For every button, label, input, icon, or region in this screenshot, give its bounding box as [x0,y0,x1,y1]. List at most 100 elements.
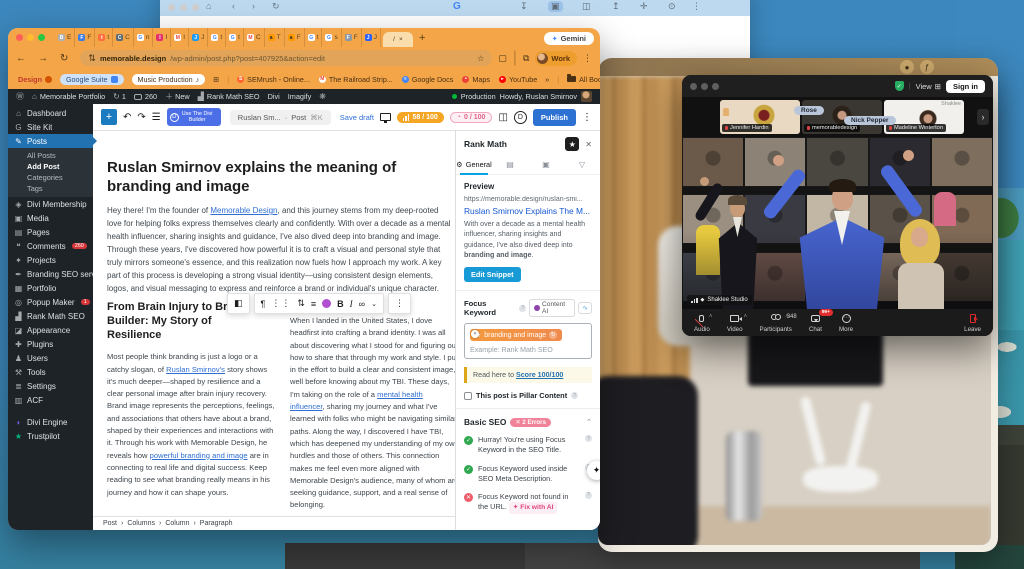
browser-tab[interactable]: MI [171,28,189,47]
admin-updates[interactable]: ↻1 [113,92,126,101]
browser-tab[interactable]: FF [75,28,95,47]
breadcrumb-item[interactable]: Paragraph [200,520,233,527]
text-link[interactable]: Memorable Design [210,206,277,215]
sidebar-item-posts[interactable]: ✎Posts [8,134,93,148]
use-divi-builder-button[interactable]: D Use The DiviBuilder [167,108,221,126]
sidebar-item-branding-seo-services[interactable]: ✒Branding SEO services [8,267,93,281]
leave-button[interactable]: Leave [964,313,981,333]
window-traffic-lights[interactable] [168,4,199,11]
rank-math-tab-general[interactable]: ⚙General [456,155,492,174]
bookmark-item[interactable]: MThe Railroad Strip... [319,75,393,84]
admin-site-name[interactable]: ⌂Memorable Portfolio [32,92,105,101]
columns-block-icon[interactable]: ◧ [234,298,243,309]
fix-with-ai-button[interactable]: ✦ Fix with AI [509,502,558,513]
environment-label[interactable]: Production [461,92,496,101]
bookmark-item[interactable]: SSEMrush - Online... [237,75,310,84]
chevron-up-icon[interactable]: ˄ [744,314,748,320]
sidebar-item-tools[interactable]: ⚒Tools [8,365,93,379]
rank-math-tab-1[interactable]: ▤ [492,155,528,174]
chevron-up-icon[interactable]: ˄ [785,314,789,320]
sidebar-item-portfolio[interactable]: ▦Portfolio [8,281,93,295]
browser-tab[interactable]: Gt [305,28,323,47]
bookmark-item[interactable]: ≡Google Docs [402,75,454,84]
security-shield-icon[interactable]: ✓ [895,81,904,91]
score-link[interactable]: Score 100/100 [516,371,563,379]
paragraph-icon[interactable]: ¶ [261,299,266,309]
refresh-icon[interactable]: ↻ [549,331,557,339]
redo-icon[interactable]: ↷ [137,112,145,123]
publish-button[interactable]: Publish [533,109,576,126]
block-options-kebab-icon[interactable]: ⋮ [395,298,404,309]
participant-thumbnail[interactable]: ShakleeMadeline Winterton [884,100,964,134]
back-icon[interactable]: ‹ [232,1,248,11]
sidebar-item-divi-engine[interactable]: ◗Divi Engine [8,415,93,429]
settings-sidebar-icon[interactable]: ◫ [498,112,507,123]
sidebar-item-projects[interactable]: ✦Projects [8,253,93,267]
grab-icon[interactable]: ✛ [640,1,648,12]
window-traffic-lights[interactable] [690,83,719,90]
browser-tab[interactable]: Gs [322,28,341,47]
breadcrumb-item[interactable]: Columns [127,520,155,527]
preview-title[interactable]: Ruslan Smirnov Explains The M... [464,206,592,216]
divi-circle-icon[interactable]: D [514,111,527,124]
admin-comments[interactable]: 260 [134,92,157,101]
browser-tab[interactable]: aF [285,28,305,47]
save-draft-button[interactable]: Save draft [340,113,374,122]
sidebar-item-site-kit[interactable]: GSite Kit [8,120,93,134]
home-icon[interactable]: ⌂ [206,1,224,11]
align-icon[interactable]: ≡ [311,299,316,309]
close-icon[interactable]: ✕ [585,140,592,149]
forward-icon[interactable]: → [38,53,54,64]
sidebar-item-media[interactable]: ▣Media [8,211,93,225]
download-icon[interactable]: ⊙ [668,1,676,12]
rank-math-tab-3[interactable]: ▽ [564,155,600,174]
text-link[interactable]: Ruslan Smirnov's [166,365,225,374]
submenu-item-tags[interactable]: Tags [27,183,93,194]
undo-icon[interactable]: ↶ [123,112,131,123]
howdy-label[interactable]: Howdy, Ruslan Smirnov [500,92,577,101]
gemini-button[interactable]: ✦ Gemini [544,32,594,45]
focus-keyword-input[interactable]: ★ branding and image ↻ × Example: Rank M… [464,323,592,359]
forward-icon[interactable]: › [252,1,268,11]
submenu-item-add-post[interactable]: Add Post [27,161,93,172]
list-view-icon[interactable]: ☰ [152,112,161,123]
edit-snippet-button[interactable]: Edit Snippet [464,267,521,282]
link-icon[interactable]: ∞ [359,299,365,309]
split-view-icon[interactable]: ◫ [582,1,591,12]
site-settings-icon[interactable]: ⇅ [88,53,96,64]
browser-tab[interactable]: BE [55,28,75,47]
help-icon[interactable]: ? [519,305,526,312]
rank-math-tab-2[interactable]: ▣ [528,155,564,174]
main-speaker-video[interactable]: ◆ Shaklee Studio From Darlene Nemia to e… [682,137,993,309]
columns-block[interactable]: From Brain Injury to Brand Builder: My S… [107,301,459,512]
browser-tab[interactable]: FF [342,28,362,47]
sign-in-button[interactable]: Sign in [946,80,985,93]
right-paragraph[interactable]: When I landed in the United States, I do… [290,315,459,512]
post-canvas[interactable]: Ruslan Smirnov explains the meaning of b… [93,131,455,530]
text-link[interactable]: powerful branding and image [150,451,248,460]
sidebar-item-appearance[interactable]: ◪Appearance [8,323,93,337]
share-icon[interactable]: ↥ [612,1,620,12]
reload-icon[interactable]: ↻ [60,53,74,64]
options-kebab-icon[interactable]: ⋮ [582,112,592,123]
active-tab[interactable]: / × [383,32,413,47]
move-up-down-icon[interactable]: ⇅ [297,298,305,309]
video-button[interactable]: ˄Video [727,313,743,333]
audio-button[interactable]: ˄Audio [694,313,710,333]
bookmark-star-icon[interactable]: ☆ [477,54,484,63]
admin-imagify[interactable]: Imagify [288,92,312,101]
f-stop-icon[interactable]: ƒ [920,60,934,74]
more-button[interactable]: ⋯More [839,313,853,333]
column-left[interactable]: From Brain Injury to Brand Builder: My S… [107,301,276,512]
sidebar-item-trustpilot[interactable]: ★Trustpilot [8,429,93,443]
trends-icon[interactable]: ∿ [578,302,592,314]
bookmark-folder-music-production[interactable]: Music Production♪ [132,74,206,85]
rank-math-score-badge[interactable]: 58 / 100 [397,112,444,123]
sidebar-item-dashboard[interactable]: ⌂Dashboard [8,106,93,120]
browser-tab[interactable]: tt [95,28,113,47]
left-paragraph[interactable]: Most people think branding is just a log… [107,351,276,499]
profile-button[interactable]: Work [535,51,577,66]
view-button[interactable]: View⊞ [916,82,941,91]
sidebar-item-divi-membership[interactable]: ◈Divi Membership [8,197,93,211]
content-ai-score-badge[interactable]: ◔ 0 / 100 [450,112,493,123]
